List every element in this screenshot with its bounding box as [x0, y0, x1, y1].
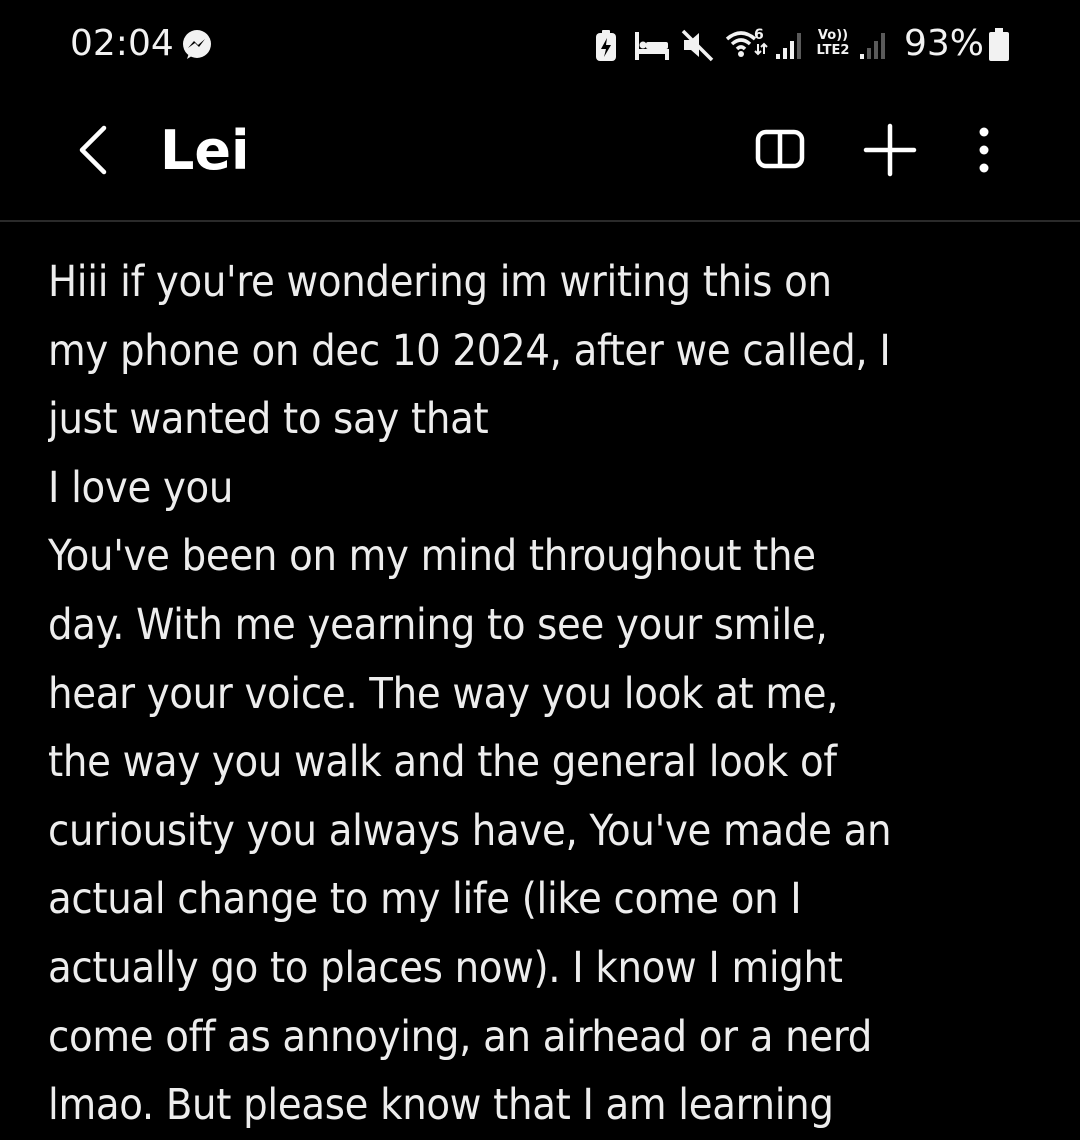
reading-mode-icon[interactable] [748, 118, 812, 182]
battery-percent: 93% [904, 23, 985, 64]
wifi-icon: 6 [725, 27, 768, 57]
svg-text:6: 6 [754, 27, 764, 43]
note-header: Lei [0, 90, 1080, 222]
note-line: actually go to places now). I know I mig… [48, 942, 843, 993]
note-line: curiousity you always have, You've made … [48, 805, 892, 856]
signal-icon-2 [860, 33, 885, 59]
status-bar: 02:04 6 Vo)) LTE2 93% [0, 0, 1080, 90]
note-line: hear your voice. The way you look at me, [48, 668, 839, 719]
status-time: 02:04 [70, 23, 174, 64]
note-line: I love you [48, 462, 234, 513]
mute-icon [681, 29, 714, 62]
note-title: Lei [160, 119, 250, 182]
note-line: You've been on my mind throughout the [48, 531, 816, 582]
signal-icon [776, 33, 801, 59]
note-line: Hiii if you're wondering im writing this… [48, 257, 832, 307]
volte-label: Vo)) LTE2 [816, 28, 850, 58]
bed-icon [635, 32, 669, 60]
note-line: actual change to my life (like come on I [48, 874, 802, 925]
note-line: just wanted to say that [48, 394, 489, 445]
note-line: day. With me yearning to see your smile, [48, 599, 828, 650]
note-line: my phone on dec 10 2024, after we called… [48, 325, 891, 376]
add-icon[interactable] [858, 118, 922, 182]
more-options-icon[interactable] [952, 118, 1016, 182]
note-body[interactable]: Hiii if you're wondering im writing this… [48, 248, 1068, 1140]
note-line: the way you walk and the general look of [48, 737, 837, 788]
battery-icon [989, 28, 1009, 61]
note-line: come off as annoying, an airhead or a ne… [48, 1011, 872, 1062]
note-line: lmao. But please know that I am learning [48, 1080, 834, 1131]
back-icon[interactable] [62, 118, 126, 182]
messenger-icon [183, 30, 211, 59]
battery-saver-icon [596, 30, 616, 61]
